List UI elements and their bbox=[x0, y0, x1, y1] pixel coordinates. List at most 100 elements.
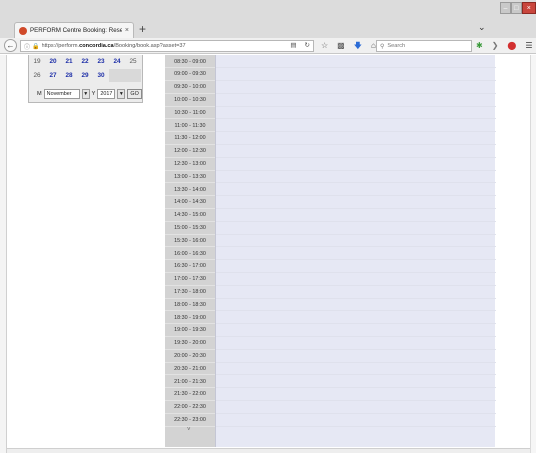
reader-view-icon[interactable]: ▤ bbox=[290, 41, 296, 51]
booking-slot[interactable] bbox=[216, 56, 496, 69]
chevron-down-icon[interactable]: ▼ bbox=[81, 89, 90, 99]
minimize-button[interactable]: – bbox=[500, 2, 511, 14]
calendar-empty-cell bbox=[109, 69, 125, 82]
calendar-day: 19 bbox=[33, 58, 41, 65]
search-input[interactable] bbox=[387, 43, 468, 49]
month-label: M bbox=[37, 91, 42, 97]
booking-slot[interactable] bbox=[216, 350, 496, 363]
booking-slot[interactable] bbox=[216, 184, 496, 197]
calendar-day[interactable]: 20 bbox=[45, 55, 61, 69]
calendar-controls: M November ▼ Y 2017 ▼ GO bbox=[37, 88, 142, 100]
close-window-button[interactable]: × bbox=[521, 2, 536, 14]
booking-slot[interactable] bbox=[216, 145, 496, 158]
lock-icon: 🔒 bbox=[32, 43, 40, 50]
time-slot-label: 16:00 - 16:30 bbox=[165, 248, 215, 261]
chevron-down-icon[interactable]: ⌄ bbox=[478, 22, 486, 33]
time-slot-label: 18:30 - 19:00 bbox=[165, 312, 215, 325]
menu-icon[interactable]: ☰ bbox=[525, 40, 532, 52]
calendar-day[interactable]: 22 bbox=[77, 55, 93, 69]
booking-slot[interactable] bbox=[216, 171, 496, 184]
booking-slot[interactable] bbox=[216, 107, 496, 120]
library-icon[interactable]: ▩ bbox=[337, 40, 345, 52]
booking-slot[interactable] bbox=[216, 337, 496, 350]
booking-slot[interactable] bbox=[216, 68, 496, 82]
booking-slot[interactable] bbox=[216, 120, 496, 133]
booking-slot[interactable] bbox=[216, 286, 496, 299]
booking-slot[interactable] bbox=[216, 132, 496, 146]
booking-slot[interactable] bbox=[216, 299, 496, 312]
new-tab-button[interactable]: + bbox=[139, 21, 146, 37]
close-tab-icon[interactable]: × bbox=[125, 27, 129, 34]
calendar-day[interactable]: 24 bbox=[109, 55, 125, 69]
mini-calendar: 19 20 21 22 23 24 25 26 27 28 29 30 M November ▼ Y… bbox=[28, 55, 143, 103]
tab-title: PERFORM Centre Booking: Reserve bbox=[30, 27, 122, 34]
booking-slot[interactable] bbox=[216, 376, 496, 389]
url-text: https://perform.concordia.ca/Booking/boo… bbox=[41, 43, 186, 49]
maximize-button[interactable]: □ bbox=[510, 2, 522, 14]
booking-slot[interactable] bbox=[216, 273, 496, 286]
browser-tab[interactable]: PERFORM Centre Booking: Reserve × bbox=[14, 22, 134, 38]
booking-slot[interactable] bbox=[216, 260, 496, 274]
chevron-down-icon[interactable]: ▼ bbox=[117, 89, 126, 99]
booking-slot[interactable] bbox=[216, 81, 496, 94]
extension-icons: ✱ ❯ ⬤ ☰ bbox=[476, 40, 533, 52]
booking-slot[interactable] bbox=[216, 196, 496, 210]
time-slot-label: 14:30 - 15:00 bbox=[165, 209, 215, 222]
time-slot-label: 13:00 - 13:30 bbox=[165, 171, 215, 184]
download-icon[interactable]: 🡇 bbox=[354, 40, 362, 52]
booking-slot[interactable] bbox=[216, 388, 496, 402]
right-margin bbox=[530, 55, 536, 453]
toolbar-icons: ☆ ▩ 🡇 ⌂ bbox=[321, 40, 376, 52]
calendar-day[interactable]: 29 bbox=[77, 69, 93, 83]
time-slot-label: 18:00 - 18:30 bbox=[165, 299, 215, 312]
extension-icon[interactable]: ✱ bbox=[476, 40, 483, 52]
booking-slot[interactable] bbox=[216, 414, 496, 427]
booking-slot[interactable] bbox=[216, 248, 496, 261]
calendar-day[interactable]: 21 bbox=[61, 55, 77, 69]
booking-slot[interactable] bbox=[216, 324, 496, 338]
calendar-empty-cell bbox=[125, 69, 141, 82]
booking-slot[interactable] bbox=[216, 209, 496, 222]
calendar-day[interactable]: 23 bbox=[93, 55, 109, 69]
time-slot-label: 11:00 - 11:30 bbox=[165, 120, 215, 133]
time-slot-label: 09:30 - 10:00 bbox=[165, 81, 215, 94]
year-select[interactable]: 2017 bbox=[97, 89, 116, 99]
calendar-week-row: 19 20 21 22 23 24 25 bbox=[29, 55, 144, 69]
booking-slot[interactable] bbox=[216, 158, 496, 171]
calendar-day[interactable]: 28 bbox=[61, 69, 77, 83]
search-icon: ⚲ bbox=[380, 43, 385, 50]
month-select[interactable]: November bbox=[43, 89, 80, 99]
booking-slot[interactable] bbox=[216, 94, 496, 107]
time-slot-label: 22:30 - 23:00 bbox=[165, 414, 215, 427]
booking-slot[interactable] bbox=[216, 235, 496, 248]
adblock-icon[interactable]: ⬤ bbox=[507, 40, 516, 52]
time-slot-label: 17:00 - 17:30 bbox=[165, 273, 215, 286]
time-slot-label: 22:00 - 22:30 bbox=[165, 401, 215, 414]
time-slot-label: 13:30 - 14:00 bbox=[165, 184, 215, 197]
time-slot-label: 14:00 - 14:30 bbox=[165, 196, 215, 210]
pocket-icon[interactable]: ❯ bbox=[492, 40, 499, 52]
calendar-day: 26 bbox=[33, 72, 41, 79]
time-slot-label: 10:00 - 10:30 bbox=[165, 94, 215, 107]
calendar-day[interactable]: 30 bbox=[93, 69, 109, 83]
address-bar[interactable]: ⓘ 🔒 https://perform.concordia.ca/Booking… bbox=[20, 40, 314, 52]
browser-window: PERFORM Centre Booking: Reserve × + ⌄ – … bbox=[0, 0, 536, 453]
booking-slot[interactable] bbox=[216, 401, 496, 414]
info-icon[interactable]: ⓘ bbox=[24, 42, 30, 51]
reload-icon[interactable]: ↻ bbox=[305, 41, 310, 51]
booking-slot[interactable] bbox=[216, 363, 496, 376]
search-bar[interactable]: ⚲ bbox=[376, 40, 472, 52]
url-actions: ▤ ↻ bbox=[290, 41, 310, 51]
back-button[interactable]: ← bbox=[4, 39, 17, 52]
calendar-day[interactable]: 27 bbox=[45, 69, 61, 83]
booking-schedule: 08:30 - 09:00 09:00 - 09:30 09:30 - 10:00 1… bbox=[165, 55, 496, 447]
go-button[interactable]: GO bbox=[127, 89, 142, 99]
time-slot-label: 20:30 - 21:00 bbox=[165, 363, 215, 376]
time-column: 08:30 - 09:00 09:00 - 09:30 09:30 - 10:00 1… bbox=[165, 55, 215, 447]
time-slot-label: 19:30 - 20:00 bbox=[165, 337, 215, 350]
booking-column bbox=[215, 55, 496, 447]
booking-slot[interactable] bbox=[216, 222, 496, 235]
more-rows-indicator: ˅ bbox=[187, 427, 191, 434]
bookmark-star-icon[interactable]: ☆ bbox=[321, 40, 328, 52]
booking-slot[interactable] bbox=[216, 312, 496, 325]
